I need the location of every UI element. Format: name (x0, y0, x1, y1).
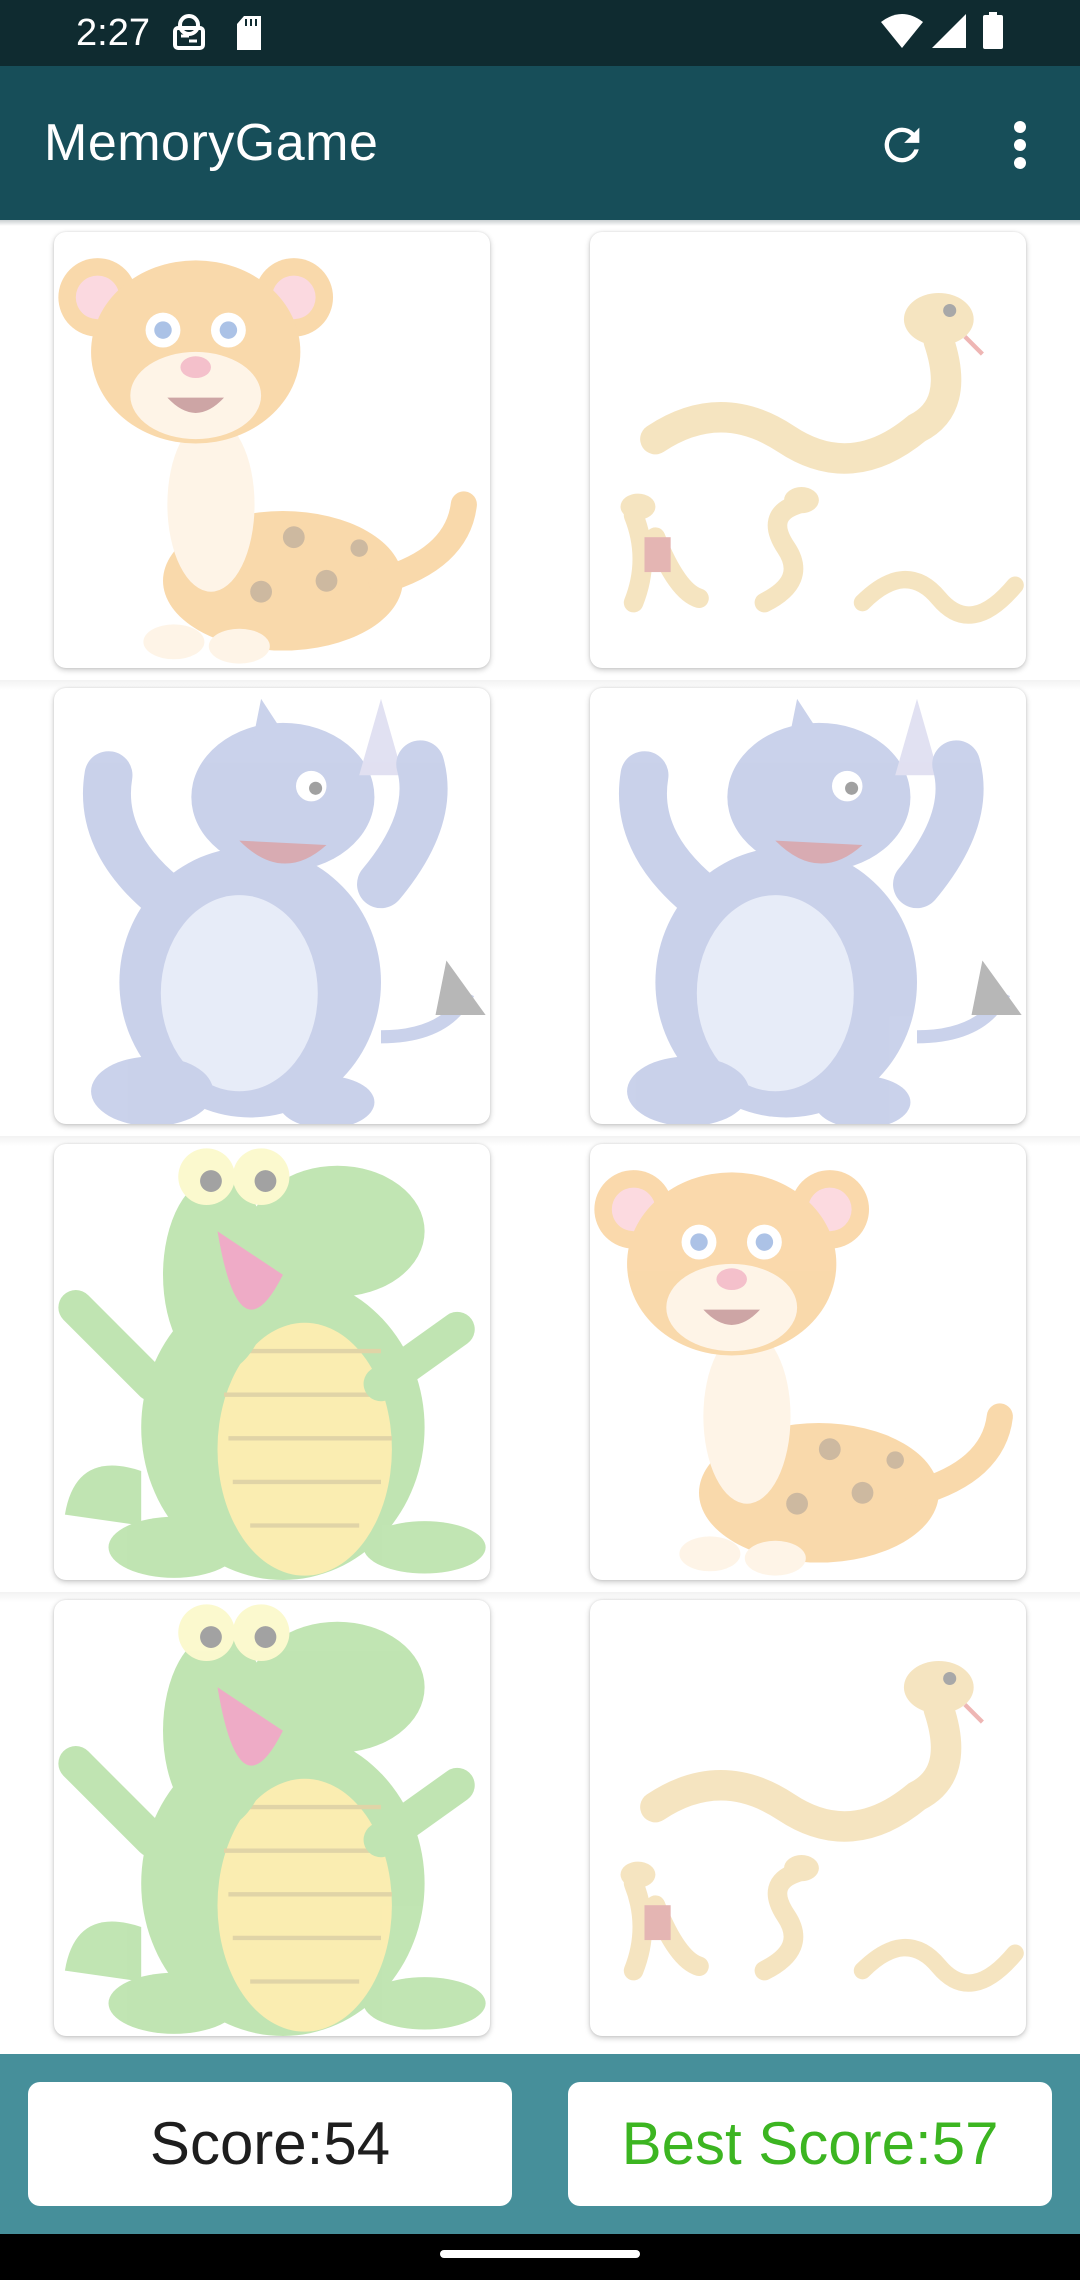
card-4[interactable] (590, 688, 1026, 1124)
app-title: MemoryGame (44, 114, 379, 172)
leopard-icon (594, 1170, 1013, 1576)
app-bar: MemoryGame (0, 66, 1080, 220)
card-6[interactable] (590, 1144, 1026, 1580)
status-bar: 2:27 (0, 0, 1080, 66)
card-3[interactable] (54, 688, 490, 1124)
card-7[interactable] (54, 1600, 490, 2036)
wifi-icon (880, 12, 924, 55)
card-5[interactable] (54, 1144, 490, 1580)
refresh-icon (876, 119, 928, 176)
crocodile-icon (58, 1604, 486, 2036)
game-board (0, 226, 1080, 2054)
snake-icon (620, 293, 1024, 624)
leopard-icon (58, 258, 477, 664)
rhino-icon (82, 698, 486, 1124)
sd-card-icon (234, 14, 264, 57)
card-2[interactable] (590, 232, 1026, 668)
navigation-bar (0, 2234, 1080, 2280)
best-score-display: Best Score:57 (568, 2082, 1052, 2206)
crocodile-icon (58, 1148, 486, 1580)
more-options-button[interactable] (984, 111, 1056, 183)
status-time: 2:27 (76, 12, 150, 54)
rhino-icon (618, 698, 1022, 1124)
home-gesture-handle[interactable] (440, 2250, 640, 2258)
refresh-button[interactable] (866, 111, 938, 183)
signal-icon (930, 12, 968, 55)
card-1[interactable] (54, 232, 490, 668)
privacy-icon (172, 14, 206, 57)
snake-icon (620, 1661, 1024, 1992)
battery-icon (982, 12, 1004, 55)
more-vert-icon (1012, 120, 1028, 174)
card-8[interactable] (590, 1600, 1026, 2036)
score-display: Score:54 (28, 2082, 512, 2206)
score-bar: Score:54 Best Score:57 (0, 2054, 1080, 2234)
